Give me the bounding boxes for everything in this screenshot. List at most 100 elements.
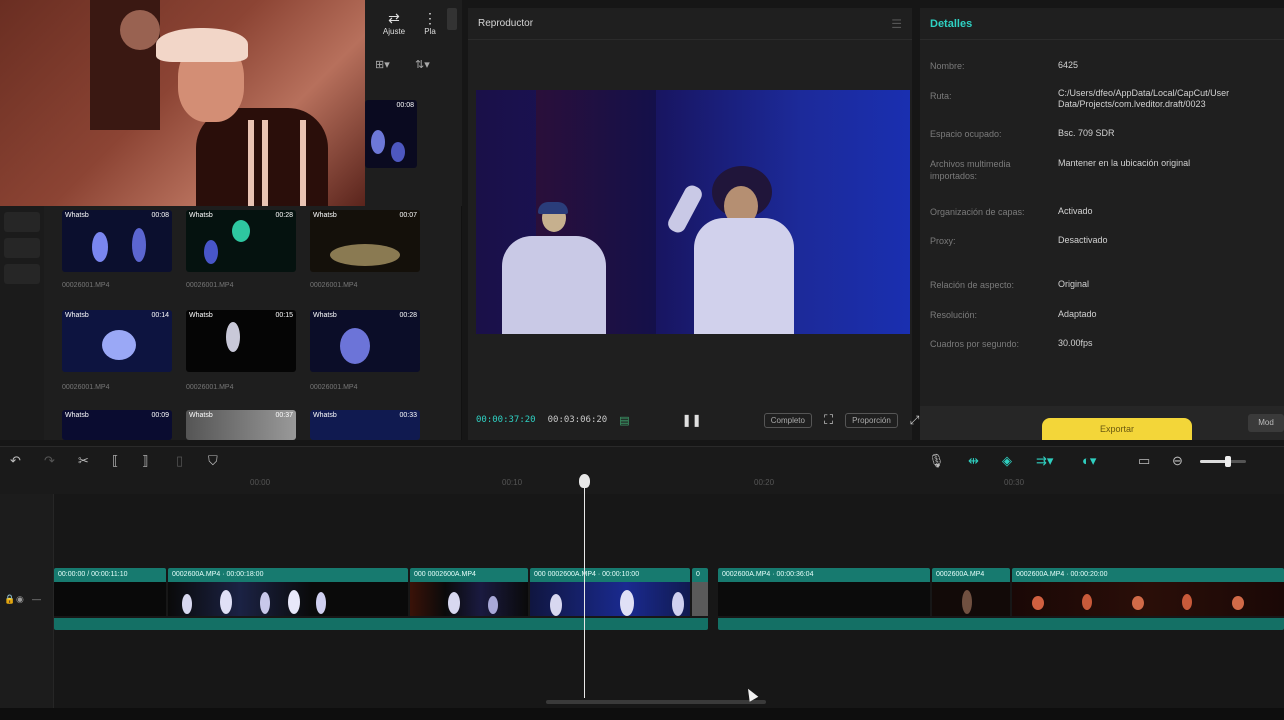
zoom-slider-fill (1200, 460, 1228, 463)
crop-icon[interactable]: ⛶ (824, 412, 833, 428)
video-clip[interactable] (530, 582, 690, 616)
ruler-tick-label: 00:00 (250, 478, 271, 487)
video-clip[interactable] (1012, 582, 1284, 616)
thumbnail-duration: 00:28 (275, 212, 293, 219)
timeline-ruler[interactable]: 00:00 00:10 00:20 00:30 (0, 474, 1284, 494)
clip-header[interactable]: 0002600A.MP4 · 00:00:36:04 (718, 568, 930, 582)
clip-header[interactable]: 00:00:00 / 00:00:11:10 (54, 568, 166, 582)
menu-icon[interactable]: ☰ (891, 17, 902, 31)
adjust-icon: ⇄ (388, 10, 400, 26)
redo-icon[interactable]: ↷ (44, 453, 55, 469)
thumbnail-duration: 00:07 (399, 212, 417, 219)
audio-icon[interactable]: — (32, 594, 41, 604)
zoom-slider-knob[interactable] (1224, 456, 1231, 467)
media-thumbnail[interactable]: 00:08 (365, 100, 417, 168)
media-thumbnail[interactable]: Whatsb 00:28 (186, 210, 296, 272)
ratio-button[interactable]: Proporción (845, 412, 898, 428)
thumbnail-tag: Whatsb (189, 212, 213, 219)
microphone-icon[interactable]: 🎙 (928, 453, 945, 469)
complete-button[interactable]: Completo (763, 412, 812, 428)
eye-icon[interactable]: ◉ (16, 594, 24, 605)
performer-right-body (694, 218, 794, 334)
thumbnail-tag: Whatsb (189, 312, 213, 319)
video-clip[interactable] (718, 582, 930, 616)
pause-button[interactable]: ❚❚ (682, 413, 702, 427)
sort-icon[interactable]: ⇅▾ (415, 58, 430, 71)
thumbnail-filename: 00026001.MP4 (62, 384, 110, 391)
clip-header[interactable]: 000 0002600A.MP4 · 00:00:10:00 (530, 568, 690, 582)
webcam-overlay (0, 0, 365, 206)
magnet-icon[interactable]: ◈ (1002, 453, 1012, 469)
player-title: Reproductor (478, 18, 534, 29)
adjust-tool-button[interactable]: ⇄ Ajuste (377, 10, 411, 36)
media-thumbnail[interactable]: Whatsb 00:28 (310, 310, 420, 372)
prop-label: Archivos multimedia importados: (930, 159, 1011, 181)
thumbnail-tag: Whatsb (65, 412, 89, 419)
media-tools: ⇄ Ajuste ⋮ Pla ⊞▾ ⇅▾ 00:08 (365, 0, 462, 206)
sidebar-item[interactable] (4, 212, 40, 232)
details-header: Detalles (920, 8, 1284, 40)
adjust-tool-label: Ajuste (382, 27, 406, 36)
timeline-scrollbar[interactable] (546, 700, 766, 704)
jacket-stripe (248, 120, 254, 206)
video-clip[interactable] (410, 582, 528, 616)
thumbnail-duration: 00:15 (275, 312, 293, 319)
audio-waveform[interactable] (54, 618, 708, 630)
jacket-stripe (300, 120, 306, 206)
media-thumbnail[interactable]: Whatsb 00:37 (186, 410, 296, 440)
delete-icon[interactable]: ▯ (176, 453, 183, 469)
webcam-lamp (120, 10, 160, 50)
video-clip[interactable] (168, 582, 408, 616)
media-thumbnail[interactable]: Whatsb 00:33 (310, 410, 420, 440)
thumbnail-tag: Whatsb (65, 312, 89, 319)
video-preview[interactable] (476, 90, 910, 334)
export-button[interactable]: Exportar (1042, 418, 1192, 440)
prop-value: Adaptado (1058, 309, 1097, 319)
collapse-arrow-icon[interactable] (447, 8, 457, 30)
clip-header[interactable]: 0002600A.MP4 (932, 568, 1010, 582)
shield-icon[interactable]: ⛉ (208, 453, 218, 469)
preview-axis-icon[interactable]: ◐▾ (1082, 453, 1096, 469)
media-thumbnail[interactable]: Whatsb 00:08 (62, 210, 172, 272)
sidebar-item[interactable] (4, 238, 40, 258)
playhead-handle[interactable] (579, 474, 590, 488)
media-thumbnail[interactable]: Whatsb 00:14 (62, 310, 172, 372)
clip-header[interactable]: 000 0002600A.MP4 (410, 568, 528, 582)
details-title: Detalles (930, 17, 973, 30)
thumbnail-tag: Whatsb (65, 212, 89, 219)
snap-icon[interactable]: ⇹ (968, 453, 979, 469)
video-clip[interactable] (54, 582, 166, 616)
video-clip[interactable] (932, 582, 1010, 616)
plugin-icon: ⋮ (423, 10, 437, 26)
prop-label: Cuadros por segundo: (930, 339, 1020, 349)
thumbnail-duration: 00:08 (396, 102, 414, 109)
audio-waveform[interactable] (718, 618, 1284, 630)
link-icon[interactable]: ⇉▾ (1036, 453, 1053, 469)
split-left-icon[interactable]: ⟦ (112, 453, 118, 469)
plugin-tool-button[interactable]: ⋮ Pla (417, 10, 443, 36)
sidebar-item[interactable] (4, 264, 40, 284)
modify-button[interactable]: Mod (1248, 414, 1284, 432)
playhead-line[interactable] (584, 478, 585, 698)
view-mode-icon[interactable]: ⊞▾ (375, 58, 390, 71)
clip-header[interactable]: 0 (692, 568, 708, 582)
split-right-icon[interactable]: ⟧ (142, 453, 148, 469)
media-thumbnail[interactable]: Whatsb 00:09 (62, 410, 172, 440)
thumbnail-filename: 00026001.MP4 (310, 384, 358, 391)
clip-header[interactable]: 0002600A.MP4 · 00:00:18:00 (168, 568, 408, 582)
screen-icon[interactable]: ▭ (1138, 453, 1150, 469)
waveform-icon[interactable]: ▤ (619, 414, 629, 427)
thumbnail-duration: 00:33 (399, 412, 417, 419)
lock-icon[interactable]: 🔒 (4, 594, 15, 605)
clip-header[interactable]: 0002600A.MP4 · 00:00:20:00 (1012, 568, 1284, 582)
prop-label: Espacio ocupado: (930, 129, 1002, 139)
prop-label: Relación de aspecto: (930, 280, 1015, 290)
fullscreen-icon[interactable]: ⤢ (910, 413, 920, 428)
video-clip[interactable] (692, 582, 708, 616)
media-thumbnail[interactable]: Whatsb 00:07 (310, 210, 420, 272)
split-icon[interactable]: ✂ (78, 453, 89, 469)
zoom-out-icon[interactable]: ⊖ (1172, 453, 1183, 469)
zoom-slider[interactable] (1200, 456, 1246, 467)
undo-icon[interactable]: ↶ (10, 453, 21, 469)
media-thumbnail[interactable]: Whatsb 00:15 (186, 310, 296, 372)
